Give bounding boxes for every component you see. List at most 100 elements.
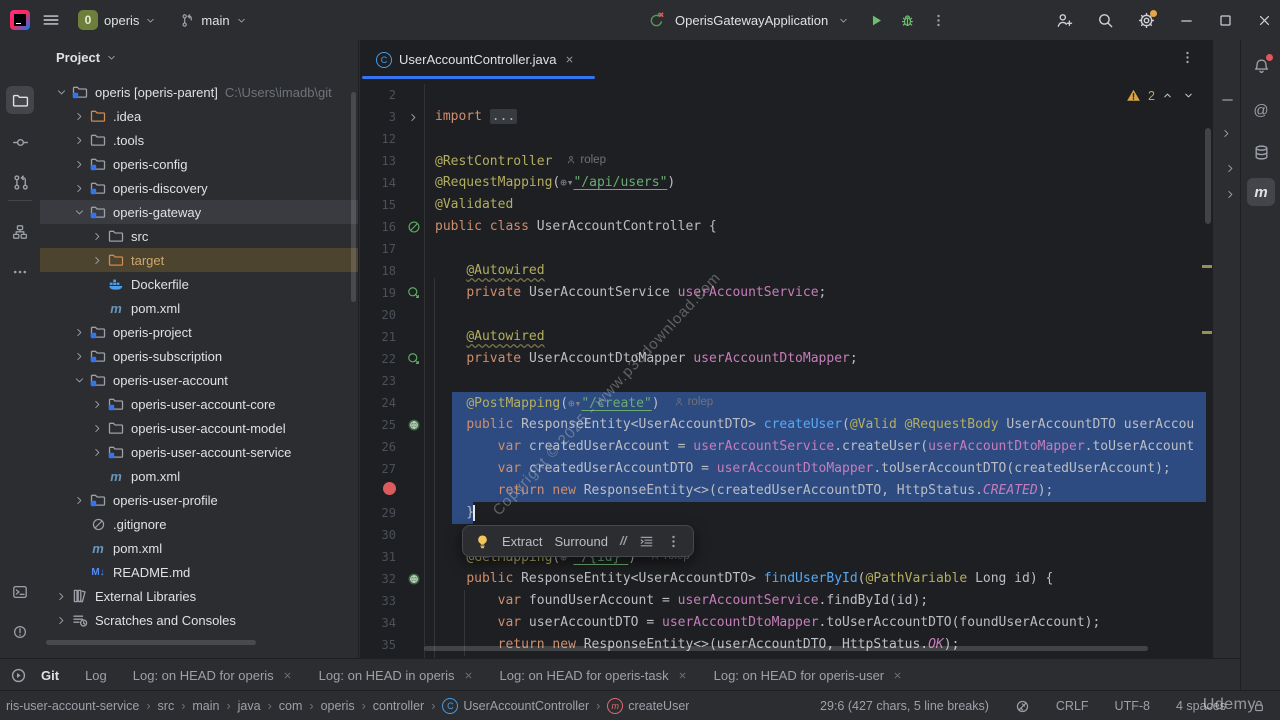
tab-close-icon[interactable] [282,670,293,681]
branch-widget[interactable]: main [174,10,252,31]
breadcrumb-item[interactable]: java [238,699,261,713]
editor-tab[interactable]: C UserAccountController.java [362,43,587,76]
code-line-25[interactable]: 25 public ResponseEntity<UserAccountDTO>… [360,414,1212,436]
tree-row-pom-xml[interactable]: mpom.xml [40,296,358,320]
bottom-tab-git[interactable]: Git [41,668,59,683]
tree-row-src[interactable]: src [40,224,358,248]
code-text[interactable]: private UserAccountDtoMapper userAccount… [427,348,858,370]
chevron-right-icon[interactable] [1225,163,1236,174]
project-widget[interactable]: 0 operis [72,7,162,33]
code-line-23[interactable]: 23 [360,370,1212,392]
chevron-right-icon[interactable] [52,615,70,626]
chevron-right-icon[interactable] [88,447,106,458]
settings-gear-icon[interactable] [1138,12,1155,29]
line-ending[interactable]: CRLF [1056,699,1089,713]
chevron-right-icon[interactable] [88,255,106,266]
indent-setting[interactable]: 4 spaces [1176,699,1226,713]
breadcrumb-item[interactable]: com [279,699,303,713]
code-line-33[interactable]: 33 var foundUserAccount = userAccountSer… [360,590,1212,612]
code-text[interactable]: @PostMapping(⊕▾"/create")rolep [427,391,713,415]
tree-row-dockerfile[interactable]: Dockerfile [40,272,358,296]
chevron-right-icon[interactable] [70,351,88,362]
highlighting-level-icon[interactable] [1015,699,1030,714]
reformat-icon[interactable] [639,534,654,549]
tree-row-operis-user-account[interactable]: operis-user-account [40,368,358,392]
chevron-down-icon[interactable] [106,52,117,63]
tree-row-operis-user-account-service[interactable]: operis-user-account-service [40,440,358,464]
code-author-inlay[interactable]: rolep [566,149,606,171]
tree-row-operis-user-profile[interactable]: operis-user-profile [40,488,358,512]
ai-assistant-icon[interactable]: @ [1247,96,1275,124]
run-button[interactable] [869,13,884,28]
code-author-inlay[interactable]: rolep [674,391,714,413]
bean-gutter-icon[interactable] [400,286,427,300]
tree-row-operis-operis-parent-[interactable]: operis [operis-parent]C:\Users\imadb\git [40,80,358,104]
code-line-28[interactable]: return new ResponseEntity<>(createdUserA… [360,480,1212,502]
file-encoding[interactable]: UTF-8 [1115,699,1150,713]
comment-icon[interactable]: // [620,534,627,548]
code-line-20[interactable]: 20 [360,304,1212,326]
popup-action-surround[interactable]: Surround [554,534,607,549]
code-text[interactable]: var createdUserAccountDTO = userAccountD… [427,458,1171,480]
code-line-21[interactable]: 21 @Autowired [360,326,1212,348]
chevron-down-icon[interactable] [70,375,88,386]
bottom-tab-log-on-head-in-operis[interactable]: Log: on HEAD in operis [319,668,474,683]
tree-row-scratches-and-consoles[interactable]: Scratches and Consoles [40,608,358,632]
editor-vertical-scrollbar[interactable] [1205,128,1211,224]
structure-icon[interactable] [6,218,34,246]
class-mark-gutter-icon[interactable] [400,220,427,234]
fold-arrow-icon[interactable] [400,112,427,123]
chevron-right-icon[interactable] [88,399,106,410]
code-line-34[interactable]: 34 var userAccountDTO = userAccountDtoMa… [360,612,1212,634]
tree-row-target[interactable]: target [40,248,358,272]
tab-close-icon[interactable] [463,670,474,681]
warning-stripe-mark[interactable] [1202,265,1212,268]
code-text[interactable]: var foundUserAccount = userAccountServic… [427,590,928,612]
bottom-tab-log-on-head-for-operis-user[interactable]: Log: on HEAD for operis-user [714,668,904,683]
bottom-tab-log[interactable]: Log [85,668,107,683]
debug-button[interactable] [900,13,915,28]
code-text[interactable]: return new ResponseEntity<>(createdUserA… [427,480,1053,502]
tree-row-readme-md[interactable]: M↓README.md [40,560,358,584]
code-line-22[interactable]: 22 private UserAccountDtoMapper userAcco… [360,348,1212,370]
chevron-down-icon[interactable] [838,15,849,26]
terminal-icon[interactable] [6,578,34,606]
commit-icon[interactable] [6,128,34,156]
lock-icon[interactable] [1252,699,1266,713]
bulb-icon[interactable] [475,534,490,549]
chevron-right-icon[interactable] [70,135,88,146]
chevron-right-icon[interactable] [70,495,88,506]
code-text[interactable]: public class UserAccountController { [427,216,717,238]
pull-requests-icon[interactable] [6,168,34,196]
hide-panel-icon[interactable] [1220,92,1235,107]
editor-horizontal-scrollbar[interactable] [424,646,1148,651]
more-actions-icon[interactable] [931,13,946,28]
search-everywhere-icon[interactable] [1097,12,1114,29]
code-text[interactable]: public ResponseEntity<UserAccountDTO> cr… [427,414,1194,436]
breadcrumb-item[interactable]: operis [321,699,355,713]
code-line-24[interactable]: 24 @PostMapping(⊕▾"/create")rolep [360,392,1212,414]
project-vertical-scrollbar[interactable] [351,92,356,302]
tree-row--tools[interactable]: .tools [40,128,358,152]
chevron-right-icon[interactable] [70,111,88,122]
code-text[interactable]: @Validated [427,194,513,216]
breadcrumb-item[interactable]: src [158,699,175,713]
chevron-right-icon[interactable] [70,327,88,338]
breakpoint-icon[interactable] [360,480,400,502]
bottom-tab-log-on-head-for-operis-task[interactable]: Log: on HEAD for operis-task [500,668,688,683]
code-line-32[interactable]: 32 public ResponseEntity<UserAccountDTO>… [360,568,1212,590]
main-menu-icon[interactable] [42,11,60,29]
mapping-gutter-icon[interactable] [400,418,427,432]
chevron-right-icon[interactable] [88,231,106,242]
bottom-tab-log-on-head-for-operis[interactable]: Log: on HEAD for operis [133,668,293,683]
tree-row-external-libraries[interactable]: External Libraries [40,584,358,608]
code-line-2[interactable]: 2 [360,84,1212,106]
code-text[interactable]: @RestControllerrolep [427,149,606,173]
window-close-button[interactable] [1257,13,1272,28]
tree-row-operis-discovery[interactable]: operis-discovery [40,176,358,200]
caret-position[interactable]: 29:6 (427 chars, 5 line breaks) [820,699,989,713]
tree-row-pom-xml[interactable]: mpom.xml [40,464,358,488]
chevron-right-icon[interactable] [70,159,88,170]
more-horizontal-icon[interactable] [6,258,34,286]
ide-logo[interactable] [10,10,30,30]
